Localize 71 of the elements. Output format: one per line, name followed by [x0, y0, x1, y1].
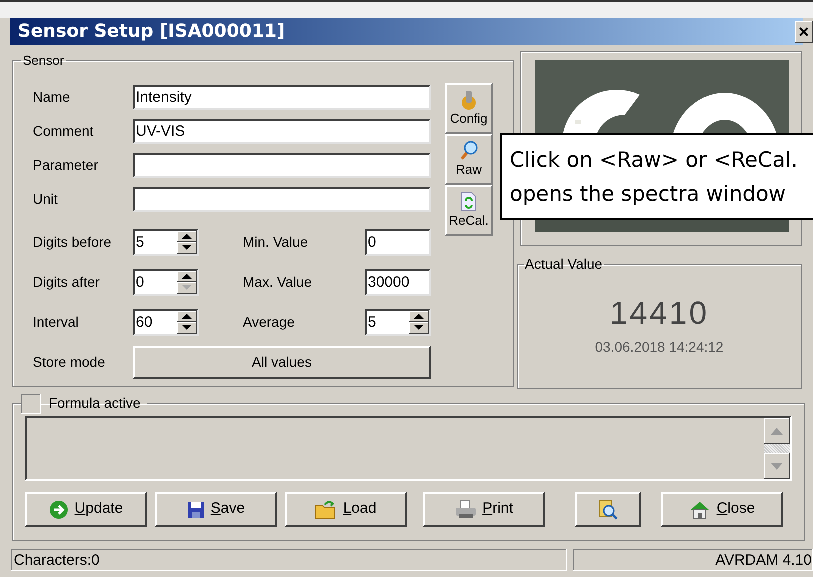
- magnifier-icon: [459, 141, 479, 161]
- action-button[interactable]: Print: [423, 492, 545, 527]
- field-label: Digits before: [33, 232, 113, 252]
- group-label: Sensor: [22, 52, 66, 70]
- scroll-down-button[interactable]: [764, 453, 790, 479]
- spin-up-button[interactable]: [177, 230, 197, 242]
- window-title: Sensor Setup [ISA000011]: [17, 20, 286, 44]
- document-search-icon: [597, 498, 619, 520]
- spin-box[interactable]: 5: [133, 228, 199, 256]
- toolbar-button[interactable]: Config: [445, 82, 493, 134]
- scroll-track: [764, 444, 790, 453]
- spin-down-button[interactable]: [177, 242, 197, 254]
- refresh-document-icon: [461, 192, 477, 212]
- field-label: Comment: [33, 122, 95, 140]
- input-field[interactable]: UV-VIS: [133, 118, 431, 144]
- scroll-up-button[interactable]: [764, 418, 790, 444]
- spin-up-button[interactable]: [177, 310, 197, 322]
- checkbox[interactable]: [21, 394, 41, 414]
- spin-box[interactable]: 60: [133, 308, 199, 336]
- field-label: Digits after: [33, 272, 101, 292]
- field-label: Max. Value: [243, 272, 313, 292]
- down-triangle-icon: [182, 325, 192, 330]
- timestamp: 03.06.2018 14:24:12: [595, 338, 724, 357]
- input-field[interactable]: [133, 152, 431, 178]
- action-button[interactable]: Save: [155, 492, 277, 527]
- tooltip-text: opens the spectra window: [510, 181, 786, 208]
- spin-down-button[interactable]: [177, 322, 197, 334]
- action-button[interactable]: Load: [285, 492, 407, 527]
- checkbox-label: Formula active: [49, 394, 141, 413]
- spin-box[interactable]: 0: [133, 268, 199, 296]
- folder-icon: [315, 500, 338, 520]
- spin-down-button[interactable]: [409, 322, 429, 334]
- up-triangle-icon: [182, 314, 192, 319]
- status-text: Characters:0: [11, 549, 567, 571]
- field-label: Unit: [33, 190, 59, 208]
- up-triangle-icon: [182, 274, 192, 279]
- down-triangle-icon: [182, 245, 192, 250]
- arrow-circle-icon: [48, 500, 69, 520]
- action-button[interactable]: Close: [661, 492, 783, 527]
- down-triangle-icon: [182, 285, 192, 290]
- preview-button[interactable]: [575, 492, 641, 527]
- field-label: Average: [243, 312, 296, 332]
- formula-text-area[interactable]: [25, 416, 792, 481]
- up-triangle-icon: [182, 234, 192, 239]
- action-button[interactable]: Update: [25, 492, 147, 527]
- version-text: AVRDAM 4.10: [573, 549, 813, 571]
- group-label: Actual Value: [524, 255, 604, 274]
- field-label: Min. Value: [243, 232, 310, 252]
- close-button[interactable]: ×: [795, 20, 813, 42]
- field-label: Store mode: [33, 352, 106, 372]
- house-icon: [688, 500, 711, 520]
- actual-value: 14410: [610, 297, 709, 329]
- input-field[interactable]: 0: [365, 228, 431, 256]
- input-field[interactable]: 30000: [365, 268, 431, 296]
- up-triangle-icon: [771, 428, 783, 434]
- field-label: Name: [33, 88, 72, 106]
- down-triangle-icon: [414, 325, 424, 330]
- printer-icon: [454, 500, 477, 520]
- spin-up-button[interactable]: [409, 310, 429, 322]
- tooltip-text: Click on <Raw> or <ReCal.: [510, 147, 798, 174]
- field-label: Interval: [33, 312, 80, 332]
- up-triangle-icon: [414, 314, 424, 319]
- field-label: Parameter: [33, 156, 100, 174]
- spin-box[interactable]: 5: [365, 308, 431, 336]
- toolbar-button[interactable]: ReCal.: [445, 184, 493, 236]
- store-mode-button[interactable]: All values: [133, 346, 431, 378]
- toolbar-button[interactable]: Raw: [445, 134, 493, 184]
- input-field[interactable]: Intensity: [133, 84, 431, 110]
- spin-up-button[interactable]: [177, 270, 197, 282]
- input-field[interactable]: [133, 186, 431, 212]
- down-triangle-icon: [771, 462, 783, 470]
